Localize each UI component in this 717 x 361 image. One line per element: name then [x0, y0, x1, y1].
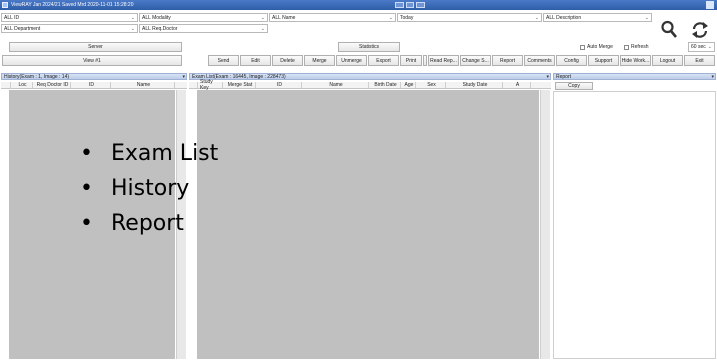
column-header[interactable]: Sex [416, 82, 446, 88]
collapse-icon[interactable]: ▾ [546, 74, 549, 80]
copy-button[interactable]: Copy [555, 82, 593, 90]
send-button[interactable]: Send [208, 55, 239, 66]
bullet-icon: • [80, 211, 93, 236]
department-value: ALL Department [4, 25, 41, 32]
comments-button[interactable]: Comments [524, 55, 555, 66]
chevron-down-icon: ⌄ [707, 44, 712, 50]
column-header[interactable]: Birth Date [369, 82, 401, 88]
checkbox-box [580, 44, 585, 50]
bullet-icon: • [80, 176, 93, 201]
column-header[interactable]: Req Doctor ID [33, 82, 71, 88]
history-panel-title: History(Exam : 1, Image : 14) [4, 73, 70, 80]
window-title: ViewRAY Jan 2024/21 Saved Mrd 2020-11-01… [11, 2, 134, 8]
section-label: Report [110, 211, 184, 236]
bullet-icon: • [80, 141, 93, 166]
exit-button[interactable]: Exit [684, 55, 715, 66]
report-button[interactable]: Report [492, 55, 523, 66]
refresh-label: Refresh [631, 44, 649, 50]
column-header[interactable]: Merge Stat [223, 82, 256, 88]
date-select[interactable]: Today ⌄ [397, 13, 542, 22]
req-doctor-select[interactable]: ALL Req.Doctor ⌄ [139, 24, 268, 33]
req-doctor-value: ALL Req.Doctor [142, 25, 178, 32]
section-label: History [110, 176, 190, 201]
chevron-down-icon: ⌄ [260, 15, 265, 21]
section-list-item: • History [80, 171, 218, 206]
print-button[interactable]: Print [400, 55, 422, 66]
description-value: ALL Description [546, 14, 582, 21]
section-list-item: • Report [80, 206, 218, 241]
name-value: ALL Name [272, 14, 296, 21]
logout-button[interactable]: Logout [652, 55, 683, 66]
edit-button[interactable]: Edit [240, 55, 271, 66]
exam-list-panel-header: Exam List(Exam : 16445, Image : 228473) … [189, 73, 551, 80]
date-value: Today [400, 14, 414, 21]
print-options-button[interactable] [423, 55, 427, 66]
checkbox-box [624, 44, 629, 50]
patient-id-select[interactable]: ALL ID ⌄ [1, 13, 138, 22]
delete-button[interactable]: Delete [272, 55, 303, 66]
section-list: • Exam List • History • Report [80, 136, 218, 241]
auto-merge-label: Auto Merge [587, 44, 613, 50]
report-panel-title: Report [556, 73, 572, 80]
modality-select[interactable]: ALL Modality ⌄ [139, 13, 268, 22]
auto-merge-checkbox[interactable]: Auto Merge [580, 44, 613, 50]
interval-value: 60 sec [691, 44, 706, 50]
support-button[interactable]: Support [588, 55, 619, 66]
column-header[interactable]: Name [111, 82, 175, 88]
exam-grid-header: Study Key Merge Stat ID Name Birth Date … [189, 79, 551, 91]
column-header[interactable]: ID [71, 82, 111, 88]
exam-list-grid[interactable] [197, 90, 539, 359]
department-select[interactable]: ALL Department ⌄ [1, 24, 138, 33]
chevron-down-icon: ⌄ [644, 15, 649, 21]
column-header[interactable]: ID [256, 82, 302, 88]
search-icon[interactable] [661, 20, 677, 41]
server-button[interactable]: Server [9, 42, 182, 52]
view-button[interactable]: View #1 [2, 55, 182, 66]
hide-work-button[interactable]: Hide Work... [620, 55, 651, 66]
app-icon [2, 2, 8, 8]
change-status-button[interactable]: Change S... [460, 55, 491, 66]
merge-button[interactable]: Merge [304, 55, 335, 66]
patient-id-value: ALL ID [4, 14, 20, 21]
chevron-down-icon: ⌄ [130, 26, 135, 32]
config-button[interactable]: Config [556, 55, 587, 66]
report-text-area[interactable] [553, 91, 716, 359]
unmerge-button[interactable]: Unmerge [336, 55, 367, 66]
exam-list-scrollbar[interactable] [540, 90, 550, 359]
column-header[interactable]: Age [401, 82, 416, 88]
close-icon[interactable] [706, 1, 714, 9]
description-select[interactable]: ALL Description ⌄ [543, 13, 652, 22]
refresh-checkbox[interactable]: Refresh [624, 44, 649, 50]
collapse-icon[interactable]: ▾ [711, 74, 714, 80]
column-header[interactable]: Name [302, 82, 369, 88]
title-bar-controls[interactable] [395, 2, 426, 8]
column-header[interactable]: Study Key [198, 79, 223, 91]
chevron-down-icon: ⌄ [388, 15, 393, 21]
column-header[interactable]: Study Date [446, 82, 503, 88]
modality-value: ALL Modality [142, 14, 171, 21]
report-panel-header: Report ▾ [553, 73, 716, 80]
chevron-down-icon: ⌄ [260, 26, 265, 32]
chevron-down-icon: ⌄ [130, 15, 135, 21]
chevron-down-icon: ⌄ [534, 15, 539, 21]
statistics-button[interactable]: Statistics [338, 42, 400, 52]
history-panel-header: History(Exam : 1, Image : 14) ▾ [1, 73, 187, 80]
section-list-item: • Exam List [80, 136, 218, 171]
row-marker-column [1, 82, 11, 88]
interval-select[interactable]: 60 sec ⌄ [688, 42, 715, 52]
read-report-button[interactable]: Read Rep... [428, 55, 459, 66]
row-marker-column [189, 82, 198, 88]
collapse-icon[interactable]: ▾ [182, 74, 185, 80]
column-header[interactable]: Loc [11, 82, 33, 88]
refresh-icon[interactable] [690, 20, 710, 43]
title-bar: ViewRAY Jan 2024/21 Saved Mrd 2020-11-01… [0, 0, 717, 10]
history-grid-header: Loc Req Doctor ID ID Name [1, 82, 187, 89]
name-select[interactable]: ALL Name ⌄ [269, 13, 396, 22]
section-label: Exam List [110, 141, 219, 166]
column-header[interactable]: A [503, 82, 531, 88]
export-button[interactable]: Export [368, 55, 399, 66]
